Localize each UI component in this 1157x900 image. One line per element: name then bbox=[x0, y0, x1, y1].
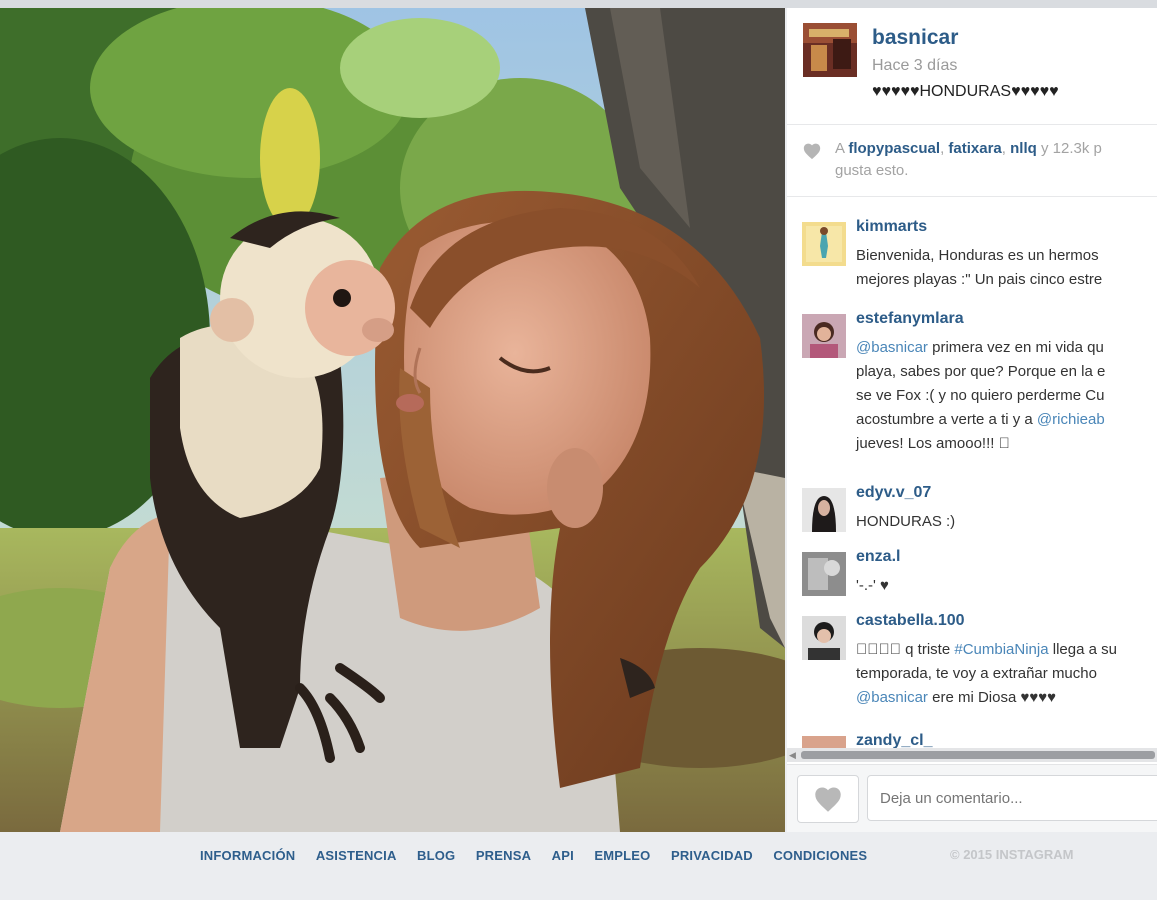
like-button[interactable] bbox=[797, 775, 859, 823]
hashtag-link[interactable]: #CumbiaNinja bbox=[954, 641, 1048, 658]
mention-link[interactable]: @richieab bbox=[1037, 411, 1105, 428]
comment-line: HONDURAS :) bbox=[856, 513, 956, 530]
site-footer: INFORMACIÓN ASISTENCIA BLOG PRENSA API E… bbox=[0, 832, 1157, 900]
likes-summary: A flopypascual, fatixara, nllq y 12.3k p… bbox=[787, 124, 1157, 197]
owner-avatar[interactable] bbox=[803, 23, 857, 77]
like-user-link[interactable]: nllq bbox=[1010, 140, 1037, 157]
comment-text: 󾌴󾌴󾌴󾌴 q triste #CumbiaNinja llega a su te… bbox=[856, 638, 1157, 710]
likes-separator: , bbox=[1001, 140, 1011, 157]
comment-line-start: acostumbre a verte a ti y a bbox=[856, 411, 1037, 428]
footer-link-prensa[interactable]: PRENSA bbox=[476, 848, 531, 863]
scroll-left-arrow-icon[interactable]: ◀ bbox=[789, 750, 796, 761]
comment-text: HONDURAS :) bbox=[856, 510, 1157, 534]
owner-username[interactable]: basnicar bbox=[872, 26, 958, 50]
photo-illustration bbox=[0, 8, 785, 832]
commenter-avatar[interactable] bbox=[802, 552, 846, 596]
comment-line: mejores playas :" Un pais cinco estre bbox=[856, 271, 1103, 288]
likes-suffix: gusta esto. bbox=[835, 162, 909, 179]
footer-link-asistencia[interactable]: ASISTENCIA bbox=[316, 848, 397, 863]
footer-links: INFORMACIÓN ASISTENCIA BLOG PRENSA API E… bbox=[200, 847, 883, 865]
comment-text: @basnicar primera vez en mi vida qu play… bbox=[856, 336, 1157, 456]
comment-text: Bienvenida, Honduras es un hermos mejore… bbox=[856, 244, 1157, 292]
comment-line-rest: primera vez en mi vida qu bbox=[927, 339, 1104, 356]
commenter-avatar[interactable] bbox=[802, 488, 846, 532]
commenter-username[interactable]: kimmarts bbox=[856, 218, 927, 236]
like-heart-icon bbox=[815, 787, 841, 812]
comment-line: Bienvenida, Honduras es un hermos bbox=[856, 247, 1099, 264]
copyright-text: © 2015 INSTAGRAM bbox=[950, 847, 1074, 862]
comment-composer bbox=[787, 764, 1157, 832]
comment-line: temporada, te voy a extrañar mucho bbox=[856, 665, 1097, 682]
post-photo[interactable] bbox=[0, 8, 785, 832]
like-user-link[interactable]: flopypascual bbox=[848, 140, 940, 157]
mention-link[interactable]: @basnicar bbox=[856, 339, 928, 356]
footer-link-blog[interactable]: BLOG bbox=[417, 848, 455, 863]
comment-line: playa, sabes por que? Porque en la e bbox=[856, 363, 1106, 380]
likes-prefix: A bbox=[835, 140, 849, 157]
mention-link[interactable]: @basnicar bbox=[856, 689, 928, 706]
comment-input[interactable] bbox=[867, 775, 1157, 821]
likes-text: A flopypascual, fatixara, nllq y 12.3k p… bbox=[835, 138, 1157, 182]
commenter-username[interactable]: enza.l bbox=[856, 548, 900, 566]
post-caption: ♥♥♥♥♥HONDURAS♥♥♥♥♥ bbox=[872, 83, 1059, 100]
footer-link-privacidad[interactable]: PRIVACIDAD bbox=[671, 848, 753, 863]
footer-link-condiciones[interactable]: CONDICIONES bbox=[773, 848, 867, 863]
comment-line: se ve Fox :( y no quiero perderme Cu bbox=[856, 387, 1105, 404]
footer-link-informacion[interactable]: INFORMACIÓN bbox=[200, 848, 295, 863]
commenter-username[interactable]: edyv.v_07 bbox=[856, 484, 931, 502]
comment-line-rest: llega a su bbox=[1048, 641, 1117, 658]
comment-line-rest: ere mi Diosa ♥♥♥♥ bbox=[927, 689, 1057, 706]
likes-count-text[interactable]: y 12.3k p bbox=[1037, 140, 1102, 157]
comment-line: @basnicar ere mi Diosa ♥♥♥♥ bbox=[856, 686, 1157, 710]
comment-text: '-.-' ♥ bbox=[856, 574, 1157, 598]
footer-link-empleo[interactable]: EMPLEO bbox=[594, 848, 650, 863]
comments-scrollbar[interactable]: ◀ bbox=[787, 748, 1157, 762]
heart-icon bbox=[803, 143, 821, 160]
comment-line-start: 󾌴󾌴󾌴󾌴 q triste bbox=[856, 641, 955, 658]
post-details-panel: basnicar Hace 3 días ♥♥♥♥♥HONDURAS♥♥♥♥♥ … bbox=[787, 8, 1157, 832]
scrollbar-thumb[interactable] bbox=[801, 751, 1155, 759]
footer-link-api[interactable]: API bbox=[552, 848, 574, 863]
post-timestamp[interactable]: Hace 3 días bbox=[872, 57, 957, 75]
comment-line: '-.-' ♥ bbox=[856, 577, 889, 594]
comment-line: jueves! Los amooo!!! 󾌴 bbox=[856, 435, 1010, 452]
commenter-username[interactable]: castabella.100 bbox=[856, 612, 965, 630]
like-user-link[interactable]: fatixara bbox=[948, 140, 1001, 157]
commenter-avatar[interactable] bbox=[802, 616, 846, 660]
commenter-avatar[interactable] bbox=[802, 222, 846, 266]
post-header: basnicar Hace 3 días ♥♥♥♥♥HONDURAS♥♥♥♥♥ bbox=[787, 8, 1157, 125]
comment-line: acostumbre a verte a ti y a @richieab bbox=[856, 408, 1157, 432]
comment-line: @basnicar primera vez en mi vida qu bbox=[856, 336, 1157, 360]
commenter-username[interactable]: estefanymlara bbox=[856, 310, 964, 328]
commenter-avatar[interactable] bbox=[802, 314, 846, 358]
comments-list: kimmarts Bienvenida, Honduras es un herm… bbox=[787, 198, 1157, 750]
top-edge bbox=[0, 0, 1157, 8]
comment-line: 󾌴󾌴󾌴󾌴 q triste #CumbiaNinja llega a su bbox=[856, 638, 1157, 662]
